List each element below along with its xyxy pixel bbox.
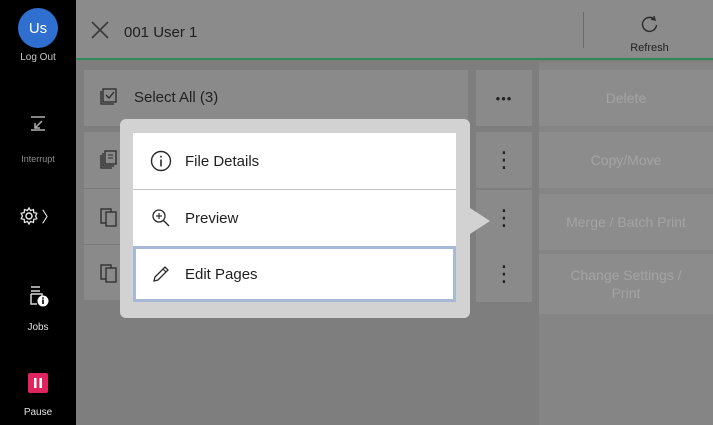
refresh-button[interactable]: Refresh [586,4,713,58]
pause-label: Pause [23,407,53,418]
zoom-in-icon [137,208,185,228]
pencil-icon [137,264,185,284]
file-details-menu-item[interactable]: File Details [133,133,456,189]
merge-batch-print-button[interactable]: Merge / Batch Print [539,194,713,250]
interrupt-label: Interrupt [21,154,55,164]
pause-icon[interactable] [28,373,48,393]
context-menu: File Details Preview Edit Pages [120,119,470,318]
file-row-more-button[interactable]: ⋮ [476,246,532,302]
info-icon [137,150,185,172]
action-panel: Delete Copy/Move Merge / Batch Print Cha… [539,62,713,425]
preview-label: Preview [185,209,239,227]
sidebar: Us Log Out Interrupt 〉 Jobs Pause [0,0,76,425]
preview-menu-item[interactable]: Preview [133,190,456,246]
header-bar: 001 User 1 Refresh [76,0,713,60]
copy-document-icon [100,264,117,283]
page-title: 001 User 1 [124,24,198,41]
jobs-icon[interactable] [28,284,50,308]
chevron-right-icon: 〉 [41,208,57,226]
select-all-label: Select All (3) [134,89,219,106]
file-details-label: File Details [185,152,260,170]
logout-button[interactable]: Log Out [0,52,76,63]
select-all-row[interactable]: Select All (3) [84,70,468,126]
header-divider [583,12,584,48]
refresh-icon [641,15,658,33]
delete-button[interactable]: Delete [539,70,713,126]
more-options-button[interactable]: ••• [476,70,532,126]
more-vertical-icon: ⋮ [493,147,515,172]
popup-pointer [470,208,490,234]
close-icon[interactable] [90,20,110,40]
change-settings-print-button[interactable]: Change Settings / Print [539,254,713,314]
select-all-checkbox-icon[interactable] [98,87,118,107]
refresh-label: Refresh [630,42,669,54]
settings-button[interactable]: 〉 [16,204,60,228]
jobs-label: Jobs [27,322,49,333]
edit-pages-menu-item[interactable]: Edit Pages [133,246,456,302]
user-avatar[interactable]: Us [18,8,58,48]
gear-icon [20,206,39,226]
interrupt-icon[interactable] [28,113,48,133]
more-vertical-icon: ⋮ [493,205,515,230]
copy-move-button[interactable]: Copy/Move [539,132,713,188]
file-row-more-button[interactable]: ⋮ [476,132,532,188]
file-stack-icon [100,150,117,169]
copy-document-icon [100,208,117,227]
more-horizontal-icon: ••• [495,90,513,106]
edit-pages-label: Edit Pages [185,265,258,283]
more-vertical-icon: ⋮ [493,261,515,286]
